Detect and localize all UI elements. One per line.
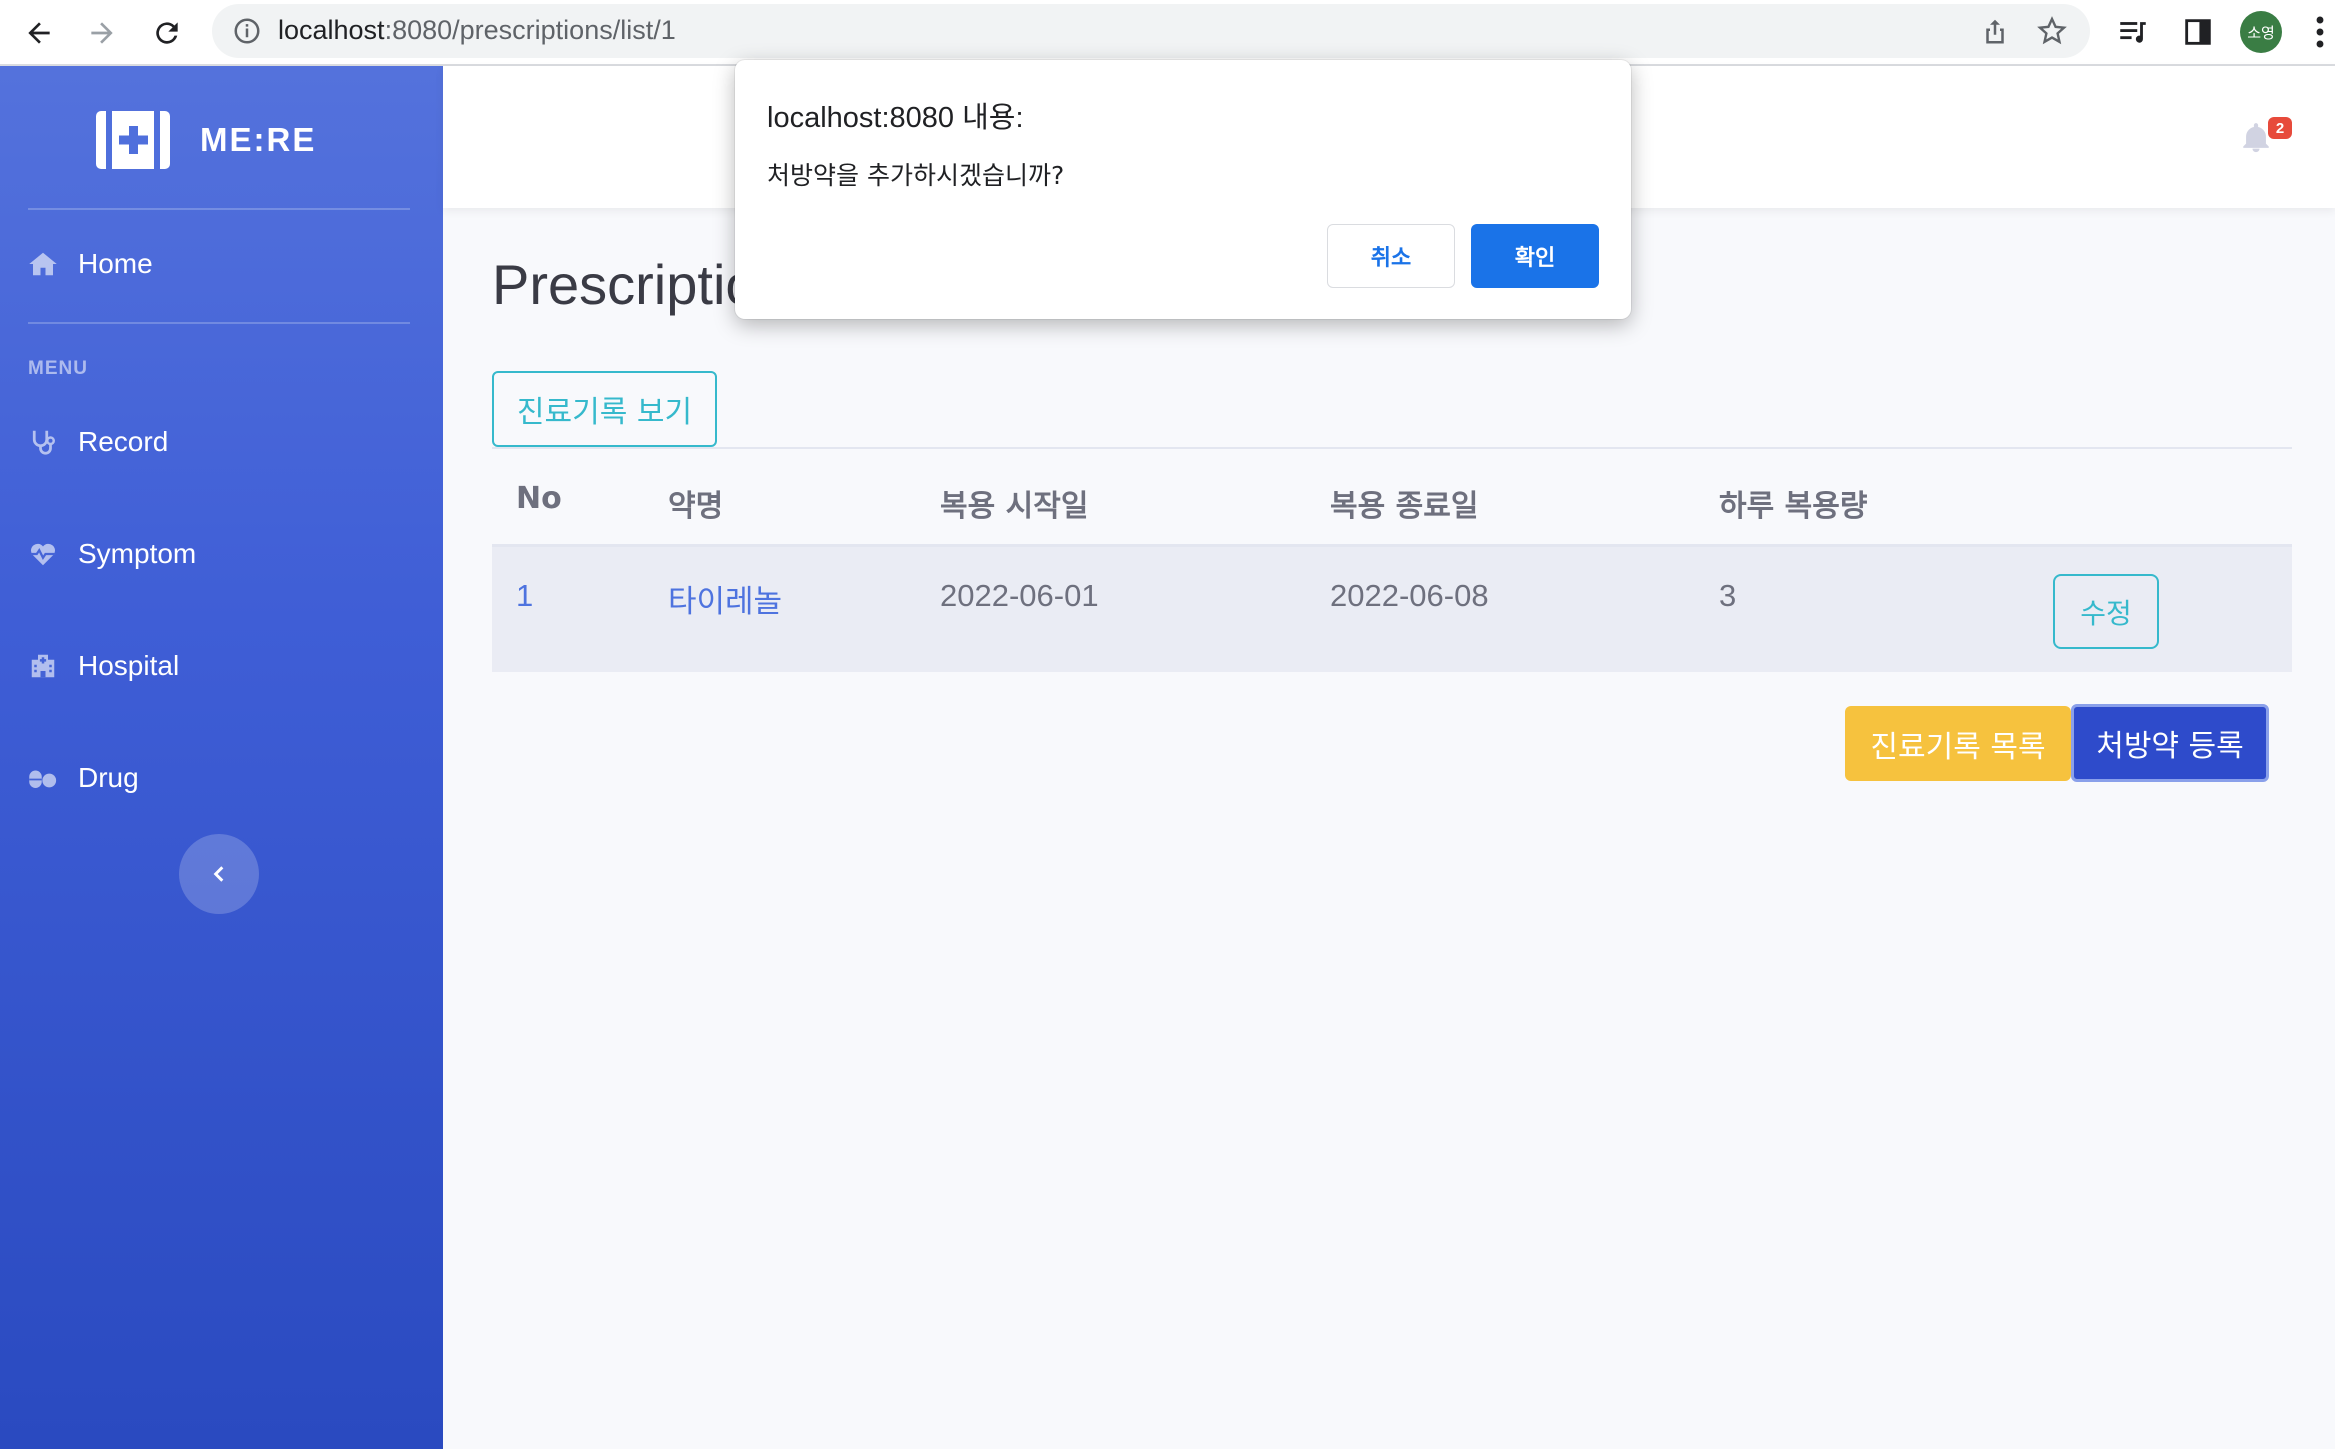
info-icon[interactable] <box>232 16 262 46</box>
url-path: :8080/prescriptions/list/1 <box>384 15 676 45</box>
start-date-cell: 2022-06-01 <box>940 578 1099 613</box>
sidebar-item-label: Symptom <box>78 538 197 569</box>
column-header: 복용 종료일 <box>1330 489 1479 524</box>
chevron-left-icon <box>213 866 224 882</box>
sidebar: ME:RE Home MENU Record Symptom Hospital … <box>0 66 443 1449</box>
brand-name: ME:RE <box>200 121 317 158</box>
prescription-table: No 약명 복용 시작일 복용 종료일 하루 복용량 <box>492 447 2292 672</box>
sidebar-item-label: Record <box>78 426 169 457</box>
sidebar-item-record[interactable]: Record <box>28 426 168 458</box>
row-number-link[interactable]: 1 <box>516 578 533 614</box>
side-panel-icon[interactable] <box>2181 15 2215 49</box>
back-button[interactable] <box>14 8 64 58</box>
sidebar-item-label: Drug <box>78 762 139 793</box>
arrow-left-icon <box>28 22 50 44</box>
hospital-icon <box>31 654 55 678</box>
medical-kit-icon <box>96 111 170 169</box>
url-text[interactable]: localhost:8080/prescriptions/list/1 <box>278 15 676 46</box>
url-host: localhost <box>278 15 385 45</box>
sidebar-heading: MENU <box>28 358 88 379</box>
dialog-title: localhost:8080 내용: <box>767 102 1024 134</box>
heartbeat-icon <box>30 543 56 566</box>
media-queue-icon[interactable] <box>2116 15 2150 49</box>
browser-toolbar: localhost:8080/prescriptions/list/1 소영 <box>0 0 2335 66</box>
address-bar[interactable]: localhost:8080/prescriptions/list/1 <box>212 4 2090 58</box>
ok-button[interactable]: 확인 <box>1471 224 1599 288</box>
sidebar-item-symptom[interactable]: Symptom <box>28 538 196 570</box>
column-header: 하루 복용량 <box>1719 489 1868 524</box>
view-records-button[interactable]: 진료기록 보기 <box>492 371 717 447</box>
register-prescription-button[interactable]: 처방약 등록 <box>2071 704 2269 782</box>
forward-button[interactable] <box>77 8 127 58</box>
table-header: No 약명 복용 시작일 복용 종료일 하루 복용량 <box>492 447 2292 547</box>
alert-count-badge: 2 <box>2268 117 2292 139</box>
share-icon[interactable] <box>1980 16 2010 46</box>
sidebar-divider <box>28 208 410 210</box>
column-header: 복용 시작일 <box>940 489 1089 524</box>
sidebar-divider <box>28 322 410 324</box>
confirm-dialog: localhost:8080 내용: 처방약을 추가하시겠습니까? 취소 확인 <box>735 60 1631 319</box>
column-header: No <box>516 481 562 516</box>
sidebar-item-hospital[interactable]: Hospital <box>28 650 179 682</box>
brand-link[interactable]: ME:RE <box>96 110 316 170</box>
column-header: 약명 <box>668 489 724 524</box>
edit-button[interactable]: 수정 <box>2053 574 2159 649</box>
home-icon <box>29 252 57 276</box>
stethoscope-icon <box>32 430 55 455</box>
sidebar-item-label: Hospital <box>78 650 180 681</box>
sidebar-item-label: Home <box>78 248 153 279</box>
more-options-icon[interactable] <box>2314 14 2326 50</box>
sidebar-item-home[interactable]: Home <box>28 248 153 280</box>
reload-button[interactable] <box>142 8 192 58</box>
records-list-button[interactable]: 진료기록 목록 <box>1845 706 2071 781</box>
dialog-message: 처방약을 추가하시겠습니까? <box>767 161 1065 190</box>
end-date-cell: 2022-06-08 <box>1330 578 1489 613</box>
sidebar-toggle-button[interactable] <box>179 834 259 914</box>
profile-avatar[interactable]: 소영 <box>2240 11 2282 53</box>
bookmark-star-icon[interactable] <box>2036 15 2068 47</box>
arrow-right-icon <box>91 22 113 44</box>
sidebar-item-drug[interactable]: Drug <box>28 762 139 794</box>
daily-dose-cell: 3 <box>1719 578 1737 613</box>
cancel-button[interactable]: 취소 <box>1327 224 1455 288</box>
drug-name-link[interactable]: 타이레놀 <box>668 576 782 621</box>
pills-icon <box>29 770 57 788</box>
reload-icon <box>156 22 178 44</box>
